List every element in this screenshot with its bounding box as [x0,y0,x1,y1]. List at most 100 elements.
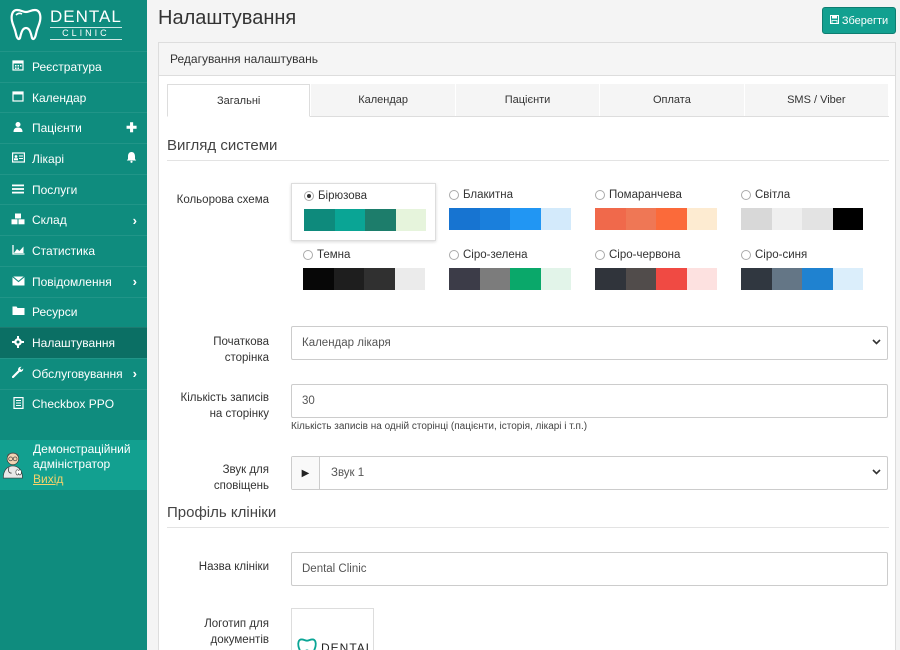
color-scheme-head: Темна [303,249,350,261]
sidebar-item-registry[interactable]: Реєстратура [0,51,147,82]
color-scheme-option[interactable]: Помаранчева [583,183,728,241]
color-swatch [333,268,364,290]
sidebar-nav: Реєстратура Календар Пацієнти ✚ Лікарі П… [0,51,147,419]
settings-panel: Редагування налаштувань Загальні Календа… [158,42,896,650]
color-swatch [832,268,863,290]
sidebar-item-services[interactable]: Послуги [0,173,147,205]
color-swatch [540,208,571,230]
start-page-select[interactable]: Календар лікаря [291,326,888,360]
tooth-logo-icon [10,8,42,41]
sidebar-item-calendar[interactable]: Календар [0,81,147,113]
sidebar-item-label: Статистика [32,243,96,258]
tab-calendar[interactable]: Календар [311,84,455,116]
sidebar-item-patients[interactable]: Пацієнти ✚ [0,112,147,143]
color-swatch [595,268,626,290]
color-scheme-option[interactable]: Темна [291,243,436,301]
color-swatches [595,208,717,230]
color-scheme-option[interactable]: Бірюзова [291,183,436,241]
records-per-page-input[interactable]: 30 [291,384,888,418]
tab-general[interactable]: Загальні [167,84,311,117]
color-swatch [625,208,656,230]
color-scheme-radio[interactable] [595,250,605,260]
chevron-down-icon [872,467,881,478]
color-scheme-name: Світла [755,189,791,201]
calendar-icon [11,90,25,105]
color-swatches [449,208,571,230]
color-scheme-radio[interactable] [741,250,751,260]
sidebar-item-resources[interactable]: Ресурси [0,296,147,328]
clinic-name-label: Назва клініки [198,561,269,573]
color-scheme-name: Темна [317,249,351,261]
color-swatches [595,268,717,290]
color-scheme-name: Сіро-червона [609,249,681,261]
color-swatch [365,209,396,231]
color-swatches [449,268,571,290]
sidebar-item-doctors[interactable]: Лікарі [0,143,147,174]
color-scheme-option[interactable]: Сіро-зелена [437,243,582,301]
sidebar-item-label: Ресурси [32,305,78,320]
start-page-value: Календар лікаря [302,337,391,349]
color-scheme-name: Сіро-зелена [463,249,528,261]
sidebar-item-maintenance[interactable]: Обслуговування › [0,357,147,389]
tab-patients[interactable]: Пацієнти [455,84,600,116]
color-scheme-radio[interactable] [595,190,605,200]
sidebar: DENTAL CLINIC Реєстратура Календар Паціє… [0,0,147,650]
start-page-label: Початкова сторінка [213,336,269,365]
tab-sms-viber[interactable]: SMS / Viber [744,84,889,116]
logo-upload[interactable]: DENTAL [291,608,374,650]
sidebar-item-label: Пацієнти [32,121,82,136]
color-scheme-head: Блакитна [449,189,513,201]
tab-payment[interactable]: Оплата [600,84,744,116]
records-per-page-label: Кількість записів на сторінку [180,392,269,421]
bell-icon[interactable] [126,151,137,166]
panel-title: Редагування налаштувань [159,43,895,76]
clinic-name-input[interactable]: Dental Clinic [291,552,888,586]
color-scheme-radio[interactable] [449,190,459,200]
color-scheme-head: Сіро-зелена [449,249,528,261]
color-scheme-radio[interactable] [304,191,314,201]
save-button[interactable]: Зберегти [822,7,896,34]
sidebar-item-label: Реєстратура [32,59,102,74]
notification-sound-value: Звук 1 [331,467,365,479]
play-icon[interactable]: ▶ [292,457,320,489]
color-scheme-head: Сіро-синя [741,249,807,261]
sidebar-item-label: Послуги [32,182,78,197]
records-per-page-value: 30 [302,395,315,407]
color-swatch [802,268,833,290]
color-scheme-radio[interactable] [741,190,751,200]
list-icon [11,183,25,197]
notification-sound-select[interactable]: ▶ Звук 1 [291,456,888,490]
sidebar-item-checkbox-ppo[interactable]: Checkbox PPO [0,388,147,420]
page-title: Налаштування [158,7,297,29]
color-scheme-radio[interactable] [303,250,313,260]
color-scheme-name: Сіро-синя [755,249,808,261]
color-scheme-option[interactable]: Світла [729,183,874,241]
gear-icon [11,335,25,351]
add-patient-icon[interactable]: ✚ [126,120,137,136]
sidebar-item-messages[interactable]: Повідомлення › [0,265,147,297]
color-swatch [449,268,480,290]
color-swatch [686,208,717,230]
color-swatches [741,208,863,230]
brand-logo[interactable]: DENTAL CLINIC [0,0,147,48]
sidebar-item-statistics[interactable]: Статистика [0,235,147,266]
records-per-page-help: Кількість записів на одній сторінці (пац… [291,421,588,432]
color-swatch [303,268,334,290]
color-swatch [479,268,510,290]
document-icon [11,396,25,412]
sidebar-item-settings[interactable]: Налаштування [0,327,147,358]
color-swatch [686,268,717,290]
wrench-icon [11,366,25,381]
color-scheme-option[interactable]: Сіро-синя [729,243,874,301]
chevron-down-icon [872,337,881,348]
color-swatch [802,208,833,230]
color-swatch [395,209,426,231]
user-name: Демонстраційний адміністратор [33,442,131,471]
color-scheme-radio[interactable] [449,250,459,260]
sidebar-item-warehouse[interactable]: Склад › [0,204,147,235]
color-scheme-head: Бірюзова [304,190,367,202]
logout-link[interactable]: Вихід [33,472,147,487]
color-scheme-option[interactable]: Сіро-червона [583,243,728,301]
id-card-icon [11,152,25,166]
color-scheme-option[interactable]: Блакитна [437,183,582,241]
